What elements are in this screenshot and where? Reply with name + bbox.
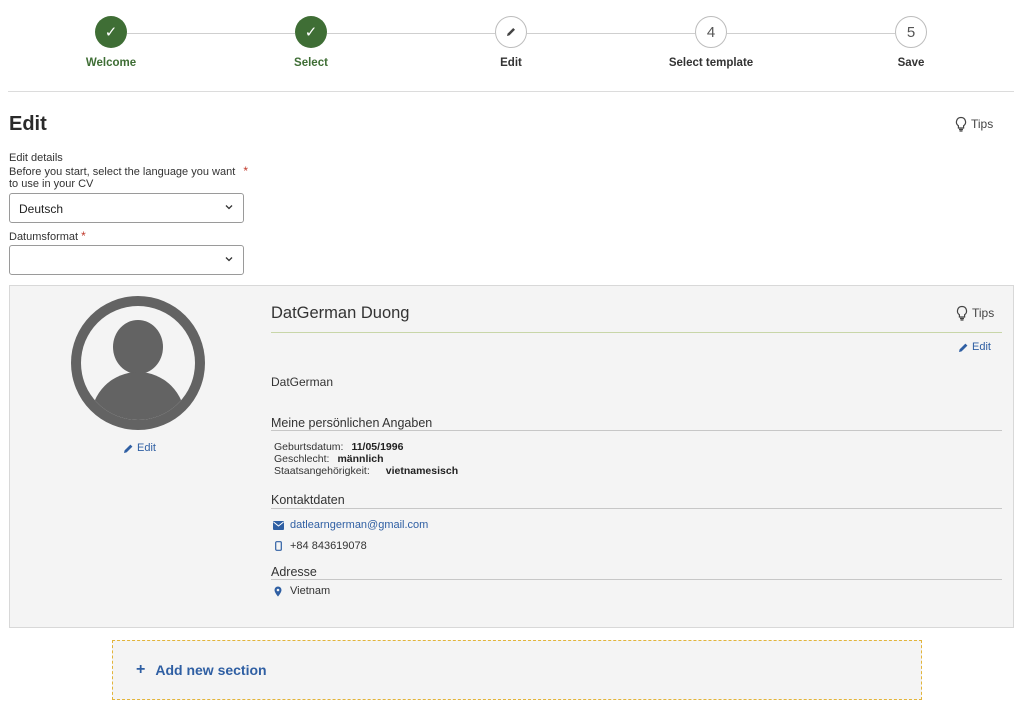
language-prompt: Before you start, select the language yo… bbox=[9, 165, 248, 178]
email-link[interactable]: datlearngerman@gmail.com bbox=[290, 519, 428, 531]
language-prompt-line2: to use in your CV bbox=[9, 178, 94, 190]
lightbulb-icon bbox=[956, 305, 968, 321]
required-marker: * bbox=[81, 229, 86, 243]
edit-details-label: Edit details bbox=[9, 152, 63, 164]
add-new-section-button[interactable]: + Add new section bbox=[112, 640, 922, 700]
plus-icon: + bbox=[136, 661, 146, 678]
photo-edit-link[interactable]: Edit bbox=[123, 442, 156, 454]
nationality-value: vietnamesisch bbox=[385, 465, 459, 477]
step-number: 4 bbox=[695, 16, 727, 48]
language-prompt-line1: Before you start, select the language yo… bbox=[9, 166, 236, 178]
step-label: Edit bbox=[500, 57, 522, 69]
language-select-value: Deutsch bbox=[19, 202, 64, 216]
gender-row: Geschlecht: männlich bbox=[274, 453, 384, 465]
date-format-label: Datumsformat * bbox=[9, 230, 86, 243]
phone-row: +84 843619078 bbox=[272, 540, 367, 552]
required-marker: * bbox=[243, 164, 248, 178]
chevron-down-icon bbox=[225, 205, 233, 210]
gender-label: Geschlecht: bbox=[274, 453, 330, 465]
profile-name: DatGerman Duong bbox=[271, 304, 410, 322]
section-divider bbox=[271, 508, 1002, 509]
step-connector bbox=[527, 33, 695, 34]
envelope-icon bbox=[272, 519, 284, 531]
phone-number: +84 843619078 bbox=[290, 540, 367, 552]
profile-panel: Edit DatGerman Duong Tips Edit DatGerman… bbox=[9, 285, 1014, 628]
step-number: 5 bbox=[895, 16, 927, 48]
lightbulb-icon bbox=[955, 116, 967, 132]
step-label: Select template bbox=[668, 57, 754, 69]
map-marker-icon bbox=[272, 585, 284, 597]
header-divider bbox=[8, 91, 1014, 92]
profile-nickname: DatGerman bbox=[271, 375, 334, 389]
profile-edit-link[interactable]: Edit bbox=[958, 341, 991, 353]
profile-edit-label: Edit bbox=[972, 341, 991, 353]
date-format-label-text: Datumsformat bbox=[9, 231, 79, 243]
section-divider bbox=[271, 579, 1002, 580]
chevron-down-icon bbox=[225, 257, 233, 262]
page-title: Edit bbox=[9, 113, 47, 135]
step-label: Select bbox=[294, 57, 328, 69]
add-new-section-label: Add new section bbox=[155, 662, 267, 678]
profile-tips-button[interactable]: Tips bbox=[955, 305, 994, 321]
tips-label: Tips bbox=[971, 117, 994, 131]
birth-date-value: 11/05/1996 bbox=[351, 441, 404, 453]
progress-stepper: ✓ Welcome ✓ Select Edit 4 Select templat… bbox=[0, 0, 1024, 92]
step-label: Save bbox=[897, 57, 925, 69]
address-row: Vietnam bbox=[272, 585, 330, 597]
photo-edit-label: Edit bbox=[137, 442, 156, 454]
avatar-placeholder-icon bbox=[71, 296, 205, 430]
step-connector bbox=[727, 33, 895, 34]
mobile-phone-icon bbox=[272, 540, 284, 552]
pencil-icon bbox=[124, 444, 133, 453]
contact-heading: Kontaktdaten bbox=[271, 493, 345, 507]
nationality-row: Staatsangehörigkeit: vietnamesisch bbox=[274, 465, 458, 477]
step-connector bbox=[327, 33, 495, 34]
personal-info-heading: Meine persönlichen Angaben bbox=[271, 416, 433, 430]
address-country: Vietnam bbox=[290, 585, 331, 597]
step-label: Welcome bbox=[85, 57, 137, 69]
date-format-select[interactable] bbox=[9, 245, 244, 275]
nationality-label: Staatsangehörigkeit: bbox=[274, 465, 370, 477]
birth-date-row: Geburtsdatum: 11/05/1996 bbox=[274, 441, 403, 453]
gender-value: männlich bbox=[337, 453, 384, 465]
birth-date-label: Geburtsdatum: bbox=[274, 441, 344, 453]
section-divider bbox=[271, 430, 1002, 431]
language-select[interactable]: Deutsch bbox=[9, 193, 244, 223]
check-icon: ✓ bbox=[295, 16, 327, 48]
pencil-icon bbox=[495, 16, 527, 48]
tips-button[interactable]: Tips bbox=[954, 116, 993, 132]
name-divider bbox=[271, 332, 1002, 333]
email-row[interactable]: datlearngerman@gmail.com bbox=[272, 519, 428, 531]
check-icon: ✓ bbox=[95, 16, 127, 48]
tips-label: Tips bbox=[972, 306, 995, 320]
step-connector bbox=[127, 33, 295, 34]
pencil-icon bbox=[959, 343, 968, 352]
address-heading: Adresse bbox=[271, 565, 317, 579]
